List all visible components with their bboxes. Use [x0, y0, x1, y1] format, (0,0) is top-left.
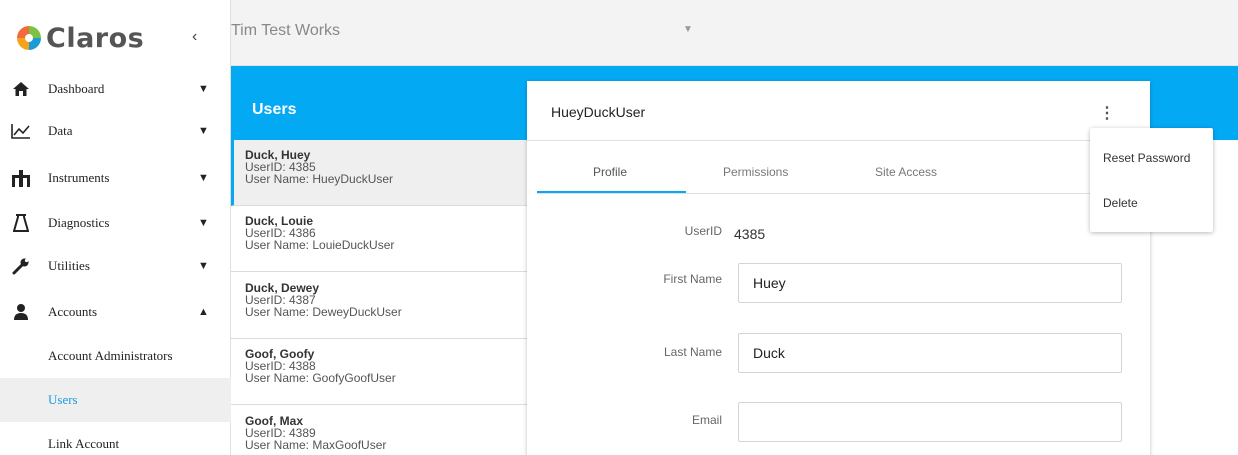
sidebar-subitem-label: Account Administrators: [48, 348, 173, 363]
user-username: User Name: LouieDuckUser: [245, 238, 395, 252]
user-username: User Name: HueyDuckUser: [245, 172, 394, 186]
caret-down-icon: ▼: [198, 172, 209, 184]
last-name-label: Last Name: [663, 345, 722, 359]
first-name-label: First Name: [663, 272, 722, 286]
email-label: Email: [691, 413, 722, 427]
sidebar-subitem-label: Link Account: [48, 436, 120, 451]
user-list[interactable]: Duck, Huey UserID: 4385 User Name: HueyD…: [231, 140, 527, 455]
instrument-icon: [10, 167, 32, 189]
more-options-icon[interactable]: ⋮: [1099, 103, 1115, 123]
line-chart-icon: [10, 120, 32, 142]
sidebar-item-data[interactable]: Data ▼: [0, 108, 231, 154]
sidebar-item-label: Dashboard: [48, 81, 105, 96]
caret-up-icon: ▲: [198, 306, 209, 318]
sidebar-item-accounts[interactable]: Accounts ▲: [0, 289, 231, 335]
user-username: User Name: DeweyDuckUser: [245, 305, 402, 319]
tab-permissions[interactable]: Permissions: [723, 165, 788, 179]
last-name-field[interactable]: [738, 333, 1122, 373]
section-title: Users: [252, 101, 297, 118]
brand-logo[interactable]: Claros: [14, 18, 144, 58]
sidebar-subitem-users[interactable]: Users: [0, 378, 231, 422]
brand-name: Claros: [46, 22, 145, 54]
caret-down-icon: ▼: [198, 83, 209, 95]
sidebar-item-label: Accounts: [48, 304, 98, 319]
sidebar-subitem-account-administrators[interactable]: Account Administrators: [0, 334, 231, 378]
tab-profile[interactable]: Profile: [593, 165, 627, 179]
sidebar-item-label: Instruments: [48, 170, 110, 185]
caret-down-icon: ▼: [198, 260, 209, 272]
tab-site-access[interactable]: Site Access: [875, 165, 937, 179]
user-list-item[interactable]: Duck, Dewey UserID: 4387 User Name: Dewe…: [231, 273, 527, 339]
userid-label: UserID: [684, 224, 722, 238]
caret-down-icon: ▼: [198, 217, 209, 229]
person-icon: [10, 301, 32, 323]
top-bar: Tim Test Works ▼: [231, 0, 1238, 66]
delete-menu-item[interactable]: Delete: [1103, 196, 1138, 210]
sidebar-subitem-link-account[interactable]: Link Account: [0, 422, 231, 455]
organization-select[interactable]: Tim Test Works: [231, 22, 340, 40]
sidebar-item-instruments[interactable]: Instruments ▼: [0, 155, 231, 201]
sidebar: Claros ‹ Dashboard ▼ Data ▼ Instruments …: [0, 0, 231, 455]
sidebar-subitem-label: Users: [48, 392, 78, 407]
active-tab-indicator: [537, 191, 686, 193]
first-name-field[interactable]: [738, 263, 1122, 303]
user-list-item[interactable]: Goof, Max UserID: 4389 User Name: MaxGoo…: [231, 406, 527, 455]
divider: [537, 193, 1140, 194]
home-icon: [10, 78, 32, 100]
email-field[interactable]: [738, 402, 1122, 442]
user-list-item[interactable]: Duck, Louie UserID: 4386 User Name: Loui…: [231, 206, 527, 272]
divider: [527, 140, 1150, 141]
user-username: User Name: MaxGoofUser: [245, 438, 387, 452]
claros-logo-icon: [14, 23, 44, 53]
user-detail-title: HueyDuckUser: [551, 104, 646, 120]
dropdown-caret-icon[interactable]: ▼: [683, 24, 693, 35]
caret-down-icon: ▼: [198, 125, 209, 137]
userid-value: 4385: [734, 226, 766, 242]
sidebar-item-diagnostics[interactable]: Diagnostics ▼: [0, 200, 231, 246]
user-detail-card: HueyDuckUser ⋮ Profile Permissions Site …: [527, 81, 1150, 455]
sidebar-item-utilities[interactable]: Utilities ▼: [0, 243, 231, 289]
sidebar-item-label: Data: [48, 123, 73, 138]
user-list-item[interactable]: Duck, Huey UserID: 4385 User Name: HueyD…: [231, 140, 527, 206]
collapse-sidebar-button[interactable]: ‹: [192, 28, 197, 46]
sidebar-item-dashboard[interactable]: Dashboard ▼: [0, 66, 231, 112]
sidebar-item-label: Utilities: [48, 258, 90, 273]
wrench-icon: [10, 255, 32, 277]
user-actions-menu: Reset Password Delete: [1090, 128, 1213, 232]
flask-icon: [10, 212, 32, 234]
user-list-item[interactable]: Goof, Goofy UserID: 4388 User Name: Goof…: [231, 339, 527, 405]
user-username: User Name: GoofyGoofUser: [245, 371, 396, 385]
reset-password-menu-item[interactable]: Reset Password: [1103, 151, 1190, 165]
sidebar-item-label: Diagnostics: [48, 215, 110, 230]
